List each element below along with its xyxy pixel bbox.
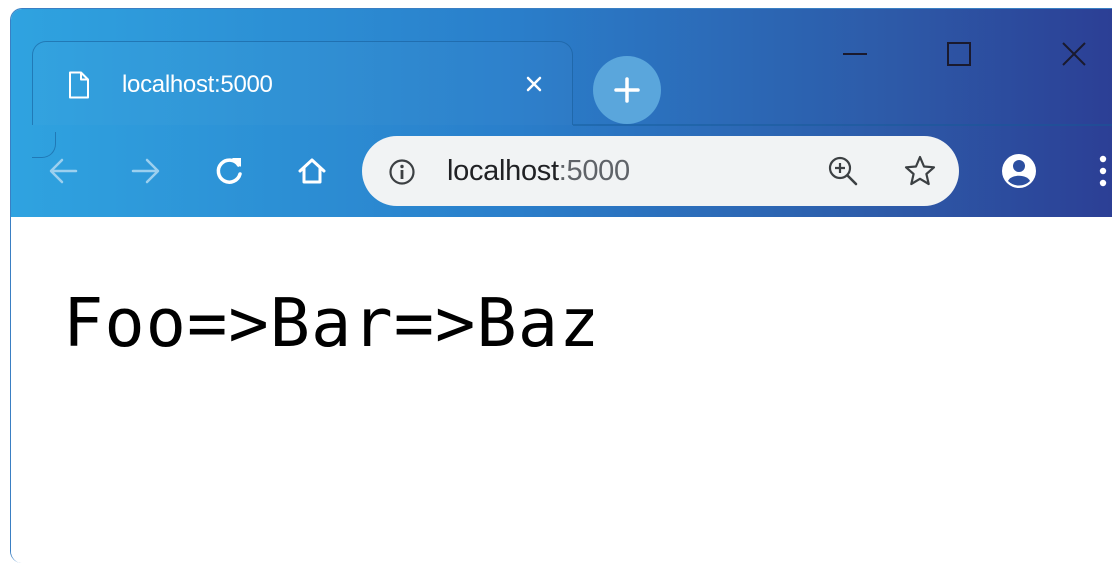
kebab-menu-icon [1099, 155, 1107, 187]
minimize-button[interactable] [825, 29, 885, 79]
forward-arrow-icon [131, 158, 160, 184]
address-bar[interactable]: localhost:5000 [362, 136, 959, 206]
back-button[interactable] [39, 147, 87, 195]
tab-close-button[interactable] [519, 69, 549, 99]
info-icon[interactable] [388, 158, 416, 186]
back-arrow-icon [49, 158, 78, 184]
url-host: localhost [447, 155, 559, 187]
close-icon [526, 76, 542, 92]
zoom-in-icon[interactable] [825, 153, 861, 189]
menu-button[interactable] [1079, 147, 1112, 195]
page-body-text: Foo=>Bar=>Baz [63, 284, 601, 362]
page-content: Foo=>Bar=>Baz [11, 217, 1112, 563]
close-icon [1062, 42, 1086, 66]
tab-strip-divider [573, 124, 1112, 126]
page-icon [69, 71, 89, 99]
minimize-icon [843, 53, 867, 55]
browser-window: localhost:5000 localhost:5000 Foo=>Bar=>… [10, 8, 1112, 563]
account-icon [1002, 154, 1036, 188]
browser-chrome: localhost:5000 localhost:5000 [11, 9, 1112, 217]
reload-button[interactable] [205, 147, 253, 195]
home-icon [298, 158, 326, 184]
home-button[interactable] [288, 147, 336, 195]
profile-button[interactable] [995, 147, 1043, 195]
plus-icon [614, 77, 640, 103]
reload-icon [216, 158, 242, 184]
maximize-button[interactable] [929, 29, 989, 79]
new-tab-button[interactable] [593, 56, 661, 124]
window-close-button[interactable] [1044, 29, 1104, 79]
address-url[interactable]: localhost:5000 [447, 153, 630, 189]
tab-title: localhost:5000 [122, 71, 273, 98]
url-port: :5000 [558, 155, 630, 187]
star-icon[interactable] [902, 153, 938, 189]
forward-button[interactable] [122, 147, 170, 195]
maximize-icon [947, 42, 971, 66]
tab-localhost[interactable] [32, 41, 573, 158]
